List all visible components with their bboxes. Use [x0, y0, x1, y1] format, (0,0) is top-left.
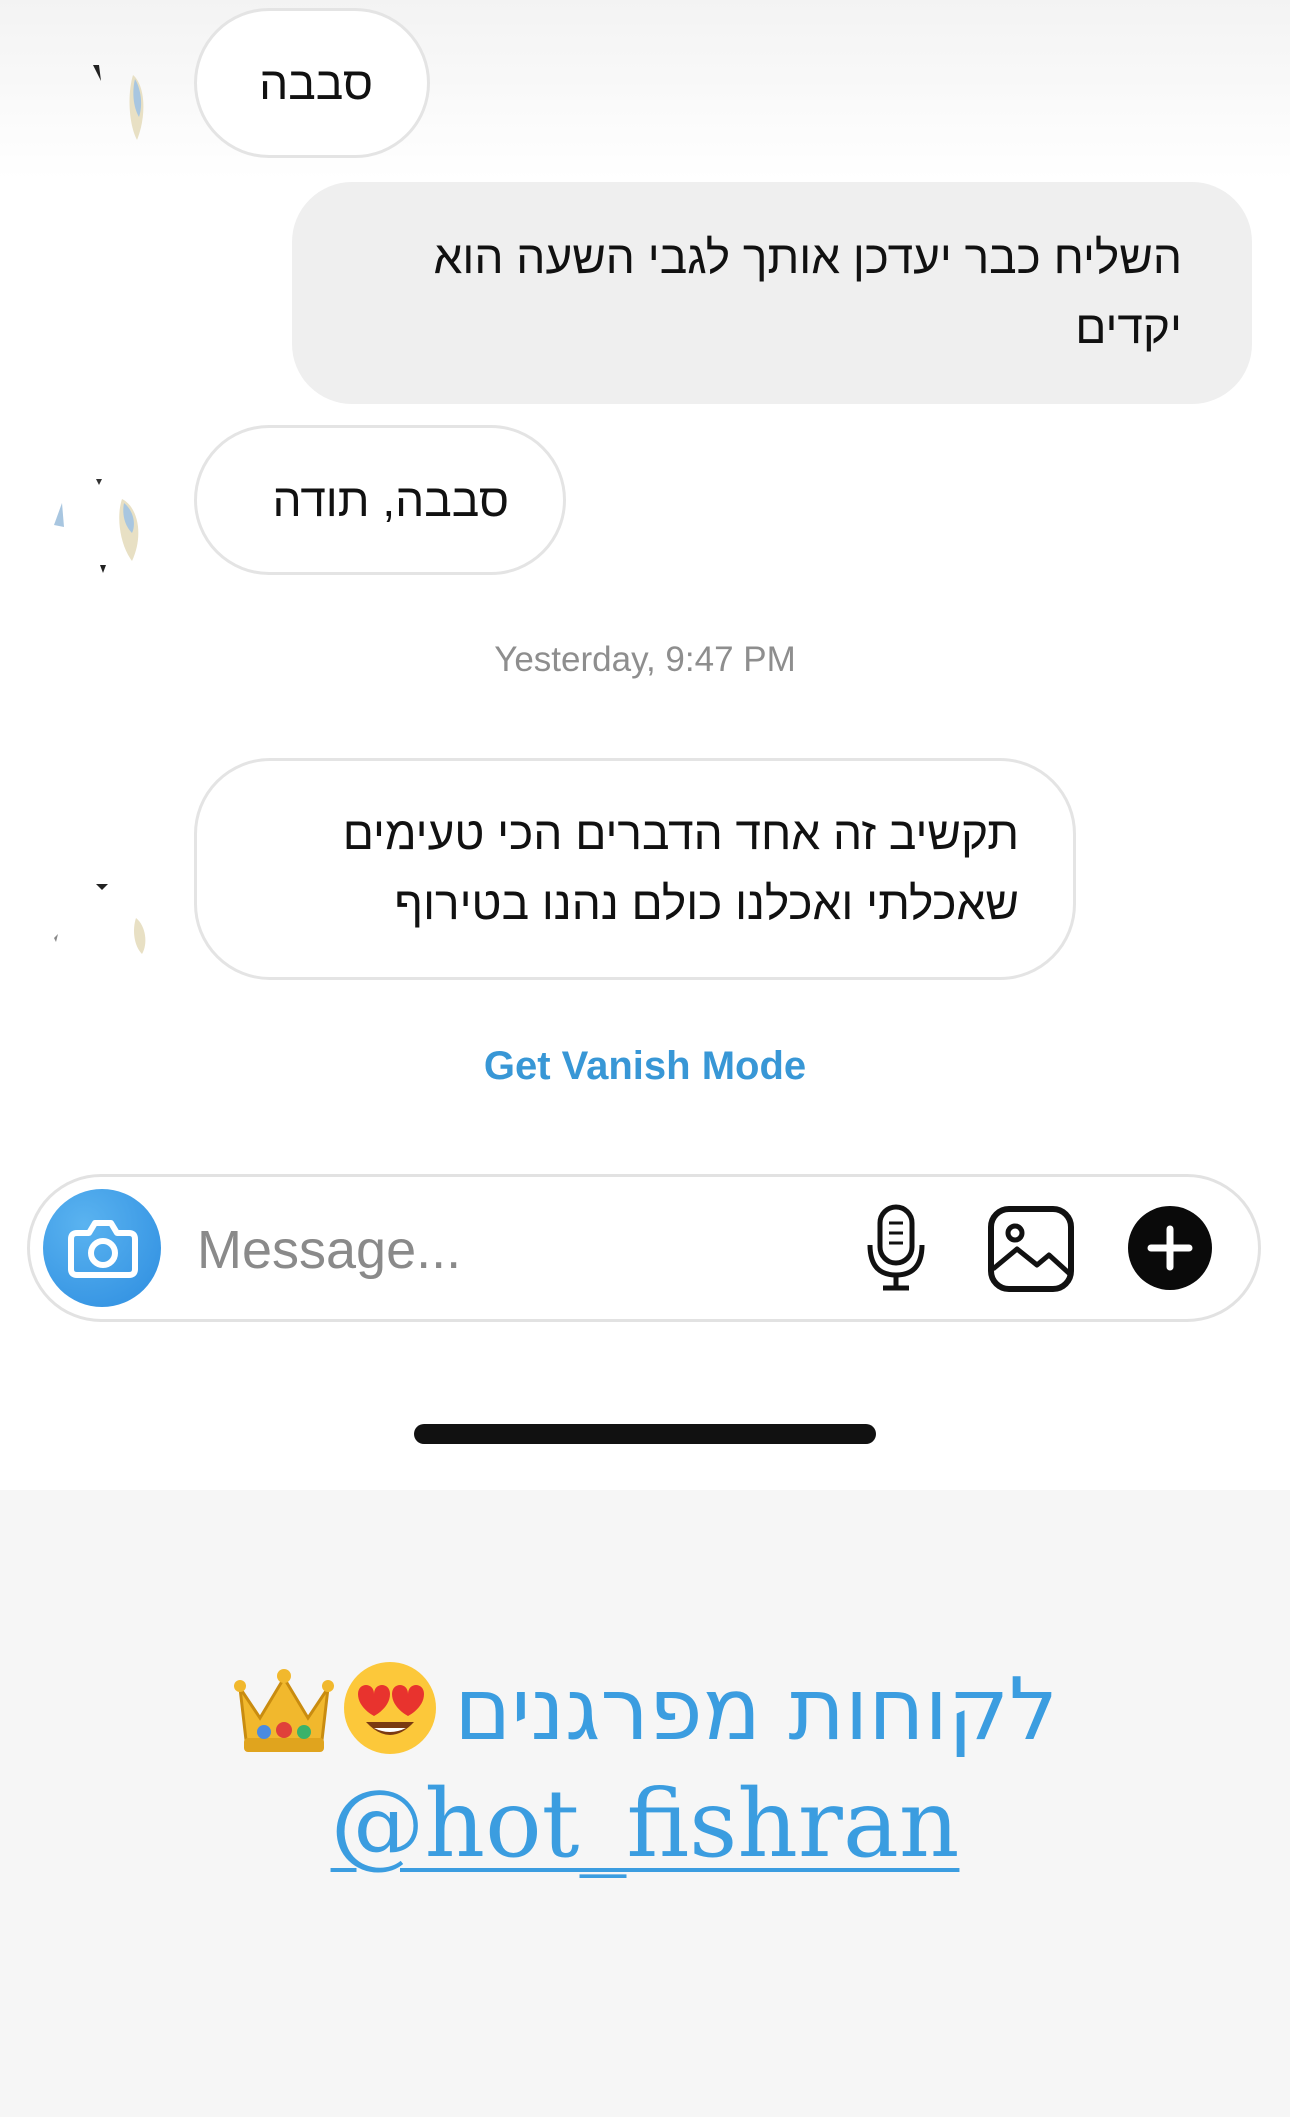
gallery-icon [988, 1206, 1074, 1292]
story-caption-area: לקוחות מפרגנים @hot_fishran [0, 1490, 1290, 2117]
story-caption-line: לקוחות מפרגנים [0, 1655, 1290, 1765]
message-bubble-received[interactable]: סבבה, תודה [194, 425, 566, 575]
sender-avatar[interactable] [52, 870, 162, 980]
message-composer [27, 1174, 1261, 1322]
message-text: תקשיב זה אחד הדברים הכי טעימים שאכלתי וא… [342, 807, 1019, 929]
message-text: סבבה [259, 57, 373, 109]
microphone-button[interactable] [861, 1201, 931, 1298]
crown-emoji [232, 1660, 336, 1761]
chat-thread: סבבה השליח כבר יעדכן אותך לגבי השעה הוא … [0, 0, 1290, 1490]
avatar-fragment-icon [54, 884, 146, 954]
message-text: סבבה, תודה [272, 474, 509, 526]
gallery-button[interactable] [987, 1205, 1075, 1298]
avatar-fragment-icon [93, 65, 144, 140]
home-indicator [414, 1424, 876, 1444]
heart-eyes-emoji [340, 1658, 440, 1763]
camera-button[interactable] [43, 1189, 161, 1307]
story-mention-link[interactable]: @hot_fishran [0, 1770, 1290, 1879]
camera-icon [68, 1220, 138, 1278]
sender-avatar[interactable] [52, 475, 162, 585]
message-text: השליח כבר יעדכן אותך לגבי השעה הוא יקדים [433, 231, 1182, 353]
get-vanish-mode-link[interactable]: Get Vanish Mode [0, 1044, 1290, 1089]
add-button[interactable] [1127, 1205, 1213, 1296]
message-bubble-received[interactable]: תקשיב זה אחד הדברים הכי טעימים שאכלתי וא… [194, 758, 1076, 980]
microphone-icon [867, 1204, 925, 1291]
story-caption-text: לקוחות מפרגנים [454, 1660, 1058, 1760]
timestamp-divider: Yesterday, 9:47 PM [494, 640, 796, 679]
add-icon [1128, 1206, 1212, 1290]
message-input[interactable] [195, 1207, 839, 1293]
sender-avatar[interactable] [85, 55, 195, 165]
message-bubble-received[interactable]: סבבה [194, 8, 430, 158]
avatar-fragment-icon [54, 479, 139, 573]
message-bubble-sent[interactable]: השליח כבר יעדכן אותך לגבי השעה הוא יקדים [292, 182, 1252, 404]
